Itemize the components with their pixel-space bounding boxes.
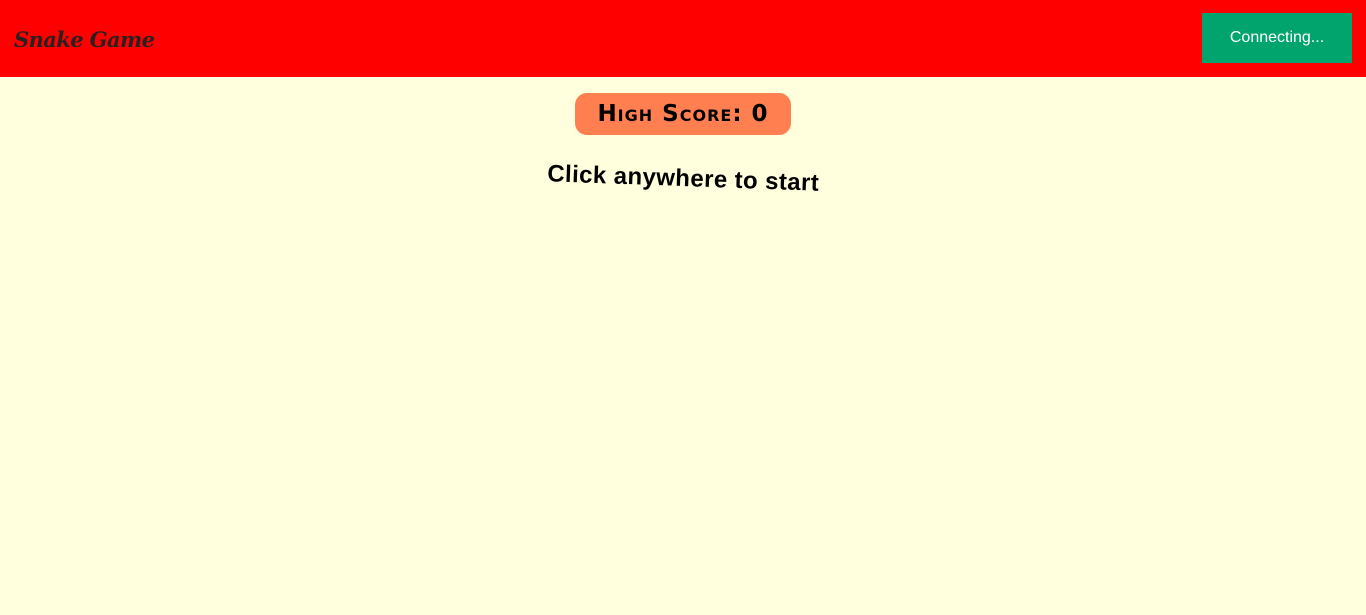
high-score-label: High Score: [597,101,743,127]
high-score-value: 0 [751,101,769,127]
connection-status-button[interactable]: Connecting... [1202,13,1352,63]
high-score-badge: High Score: 0 [575,93,791,135]
top-bar: Snake Game Connecting... [0,0,1366,77]
app-title: Snake Game [14,27,155,52]
